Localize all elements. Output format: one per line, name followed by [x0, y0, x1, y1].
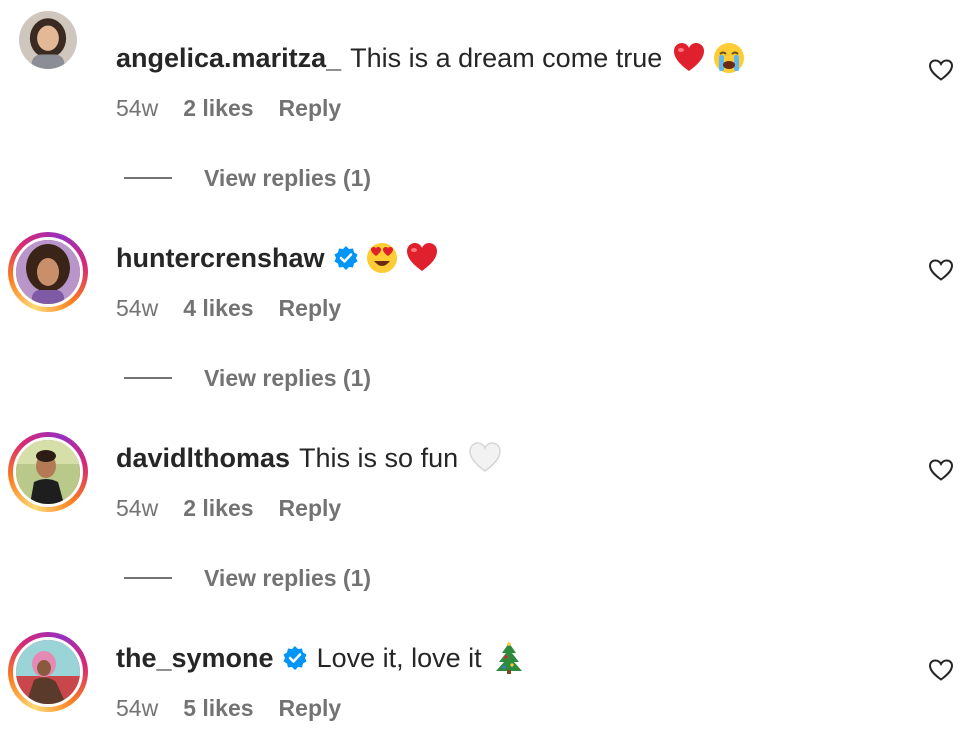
comment-line: davidlthomas This is so fun [116, 438, 502, 478]
reply-button[interactable]: Reply [279, 92, 342, 124]
likes-count[interactable]: 4 likes [183, 292, 253, 324]
reply-button[interactable]: Reply [279, 492, 342, 524]
like-heart-icon[interactable] [928, 658, 954, 682]
comment-line: angelica.maritza_ This is a dream come t… [116, 38, 746, 78]
like-heart-icon[interactable] [928, 258, 954, 282]
view-replies-button[interactable]: View replies (1) [124, 162, 371, 194]
comment-age: 54w [116, 295, 159, 321]
comment-item: the_symone Love it, love it 54w 5 likes … [0, 600, 976, 746]
username-link[interactable]: the_symone [116, 638, 274, 678]
avatar-image [13, 437, 83, 507]
christmas-tree-emoji [495, 642, 522, 674]
avatar[interactable] [8, 632, 88, 712]
comment-age: 54w [116, 695, 159, 721]
red-heart-emoji [674, 43, 705, 71]
white-heart-emoji [469, 442, 501, 472]
avatar-image [13, 237, 83, 307]
comment-meta: 54w 5 likes Reply [116, 692, 366, 724]
comment-item: huntercrenshaw 54w 4 likes Reply View re… [0, 200, 976, 400]
avatar[interactable] [8, 432, 88, 512]
view-replies-label: View replies (1) [204, 565, 372, 591]
divider-dash [124, 577, 172, 579]
view-replies-button[interactable]: View replies (1) [124, 362, 371, 394]
comment-item: angelica.maritza_ This is a dream come t… [0, 0, 976, 200]
red-heart-emoji [406, 243, 437, 271]
username-link[interactable]: angelica.maritza_ [116, 38, 341, 78]
reply-button[interactable]: Reply [279, 692, 342, 724]
comment-meta: 54w 2 likes Reply [116, 92, 366, 124]
comment-text: This is so fun [299, 443, 459, 473]
comment-meta: 54w 2 likes Reply [116, 492, 366, 524]
likes-count[interactable]: 2 likes [183, 492, 253, 524]
comment-text: Love it, love it [316, 643, 482, 673]
view-replies-label: View replies (1) [204, 365, 372, 391]
comment-line: the_symone Love it, love it [116, 638, 526, 678]
divider-dash [124, 177, 172, 179]
reply-button[interactable]: Reply [279, 292, 342, 324]
comment-age: 54w [116, 495, 159, 521]
likes-count[interactable]: 5 likes [183, 692, 253, 724]
comment-item: davidlthomas This is so fun 54w 2 likes … [0, 400, 976, 600]
avatar-image [13, 637, 83, 707]
username-link[interactable]: huntercrenshaw [116, 238, 325, 278]
divider-dash [124, 377, 172, 379]
comment-age: 54w [116, 95, 159, 121]
comment-line: huntercrenshaw [116, 238, 439, 278]
comment-meta: 54w 4 likes Reply [116, 292, 366, 324]
comment-text: This is a dream come true [350, 43, 663, 73]
view-replies-label: View replies (1) [204, 165, 372, 191]
username-link[interactable]: davidlthomas [116, 438, 290, 478]
like-heart-icon[interactable] [928, 58, 954, 82]
avatar-image [16, 8, 80, 72]
avatar[interactable] [8, 232, 88, 312]
likes-count[interactable]: 2 likes [183, 92, 253, 124]
loudly-crying-face-emoji [714, 43, 745, 73]
heart-eyes-emoji [366, 243, 397, 273]
verified-badge-icon [334, 246, 358, 270]
verified-badge-icon [283, 646, 307, 670]
like-heart-icon[interactable] [928, 458, 954, 482]
avatar[interactable] [8, 2, 88, 82]
view-replies-button[interactable]: View replies (1) [124, 562, 371, 594]
